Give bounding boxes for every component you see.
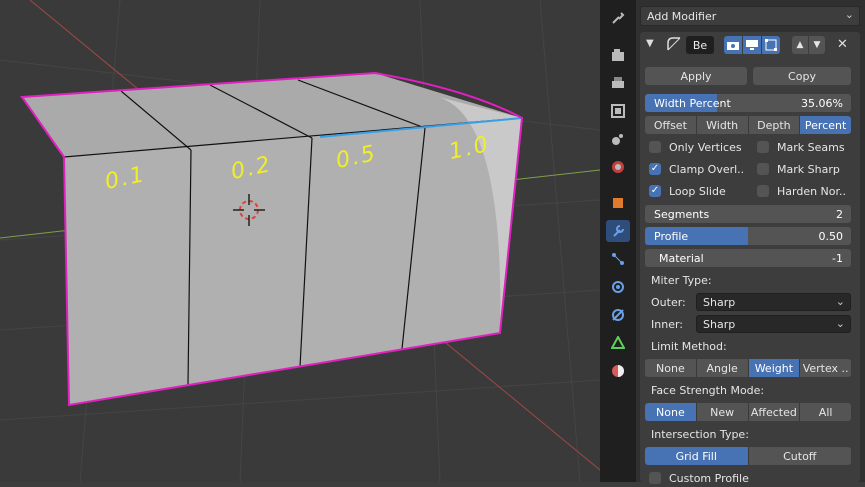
particles-icon[interactable] [606, 248, 630, 270]
intersection-type-selector: Grid Fill Cutoff [645, 447, 851, 465]
miter-type-label: Miter Type: [651, 274, 712, 287]
outer-label: Outer: [651, 296, 686, 309]
checkmark-icon: ✓ [649, 185, 661, 197]
chevron-down-icon: ⌄ [844, 8, 854, 21]
inner-label: Inner: [651, 318, 683, 331]
custom-profile-checkbox[interactable]: Custom Profile [649, 469, 749, 487]
intersection-grid-fill[interactable]: Grid Fill [645, 447, 749, 465]
checkbox-box [757, 163, 769, 175]
tool-icon[interactable] [606, 7, 630, 29]
face-strength-selector: None New Affected All [645, 403, 851, 421]
segments-field[interactable]: Segments 2 [645, 205, 851, 223]
view-layer-icon[interactable] [606, 100, 630, 122]
intersection-type-label: Intersection Type: [651, 428, 749, 441]
profile-field[interactable]: Profile 0.50 [645, 227, 851, 245]
clamp-overlap-checkbox[interactable]: ✓ Clamp Overl.. [649, 160, 744, 178]
checkbox-box [757, 141, 769, 153]
checkmark-icon: ✓ [649, 163, 661, 175]
properties-tab-strip [600, 0, 636, 482]
world-icon[interactable] [606, 156, 630, 178]
width-type-depth[interactable]: Depth [748, 116, 801, 134]
face-strength-all[interactable]: All [800, 403, 851, 421]
add-modifier-dropdown[interactable]: Add Modifier ⌄ [640, 6, 860, 26]
object-icon[interactable] [606, 192, 630, 214]
harden-normals-checkbox[interactable]: Harden Nor.. [757, 182, 846, 200]
limit-method-selector: None Angle Weight Vertex .. [645, 359, 851, 377]
output-icon[interactable] [606, 72, 630, 94]
physics-icon[interactable] [606, 276, 630, 298]
width-type-selector: Offset Width Depth Percent [645, 116, 851, 134]
face-strength-affected[interactable]: Affected [748, 403, 801, 421]
apply-button[interactable]: Apply [645, 67, 747, 85]
edit-mode-icon[interactable] [762, 36, 780, 54]
properties-editor: Add Modifier ⌄ ▼ Be ▲ ▼ ✕ Apply Copy Wid… [636, 0, 865, 485]
outer-dropdown[interactable]: Sharp ⌄ [696, 293, 851, 311]
limit-method-label: Limit Method: [651, 340, 727, 353]
checkbox-box [649, 141, 661, 153]
bevel-modifier-panel: ▼ Be ▲ ▼ ✕ Apply Copy Width Percent 35.0… [640, 32, 860, 485]
checkbox-box [757, 185, 769, 197]
material-icon[interactable] [606, 360, 630, 382]
only-vertices-checkbox[interactable]: Only Vertices [649, 138, 742, 156]
face-strength-new[interactable]: New [696, 403, 749, 421]
intersection-cutoff[interactable]: Cutoff [748, 447, 851, 465]
scene-icon[interactable] [606, 128, 630, 150]
limit-angle[interactable]: Angle [696, 359, 749, 377]
width-type-width[interactable]: Width [696, 116, 749, 134]
viewport-display-icon[interactable] [743, 36, 761, 54]
mark-sharp-checkbox[interactable]: Mark Sharp [757, 160, 840, 178]
render-icon[interactable] [606, 44, 630, 66]
limit-vertex[interactable]: Vertex .. [800, 359, 851, 377]
3d-viewport[interactable]: 0.1 0.2 0.5 1.0 [0, 0, 600, 482]
modifier-wrench-icon[interactable] [606, 220, 630, 242]
viewport-canvas [0, 0, 600, 482]
chevron-down-icon: ⌄ [835, 317, 845, 330]
checkbox-box [649, 472, 661, 484]
modifier-name-field[interactable]: Be [686, 36, 714, 54]
bevel-modifier-icon [667, 37, 681, 54]
collapse-arrow-icon[interactable]: ▼ [646, 38, 654, 49]
width-type-percent[interactable]: Percent [800, 116, 851, 134]
width-percent-field[interactable]: Width Percent 35.06% [645, 94, 851, 112]
close-icon[interactable]: ✕ [837, 37, 848, 52]
inner-dropdown[interactable]: Sharp ⌄ [696, 315, 851, 333]
move-up-icon[interactable]: ▲ [792, 36, 808, 54]
limit-none[interactable]: None [645, 359, 697, 377]
material-field[interactable]: Material -1 [645, 249, 851, 267]
face-strength-label: Face Strength Mode: [651, 384, 765, 397]
loop-slide-checkbox[interactable]: ✓ Loop Slide [649, 182, 726, 200]
chevron-down-icon: ⌄ [835, 295, 845, 308]
limit-weight[interactable]: Weight [748, 359, 801, 377]
mark-seams-checkbox[interactable]: Mark Seams [757, 138, 845, 156]
face-strength-none[interactable]: None [645, 403, 697, 421]
camera-render-icon[interactable] [724, 36, 742, 54]
copy-button[interactable]: Copy [753, 67, 851, 85]
width-type-offset[interactable]: Offset [645, 116, 697, 134]
constraints-icon[interactable] [606, 304, 630, 326]
move-down-icon[interactable]: ▼ [809, 36, 825, 54]
data-icon[interactable] [606, 332, 630, 354]
